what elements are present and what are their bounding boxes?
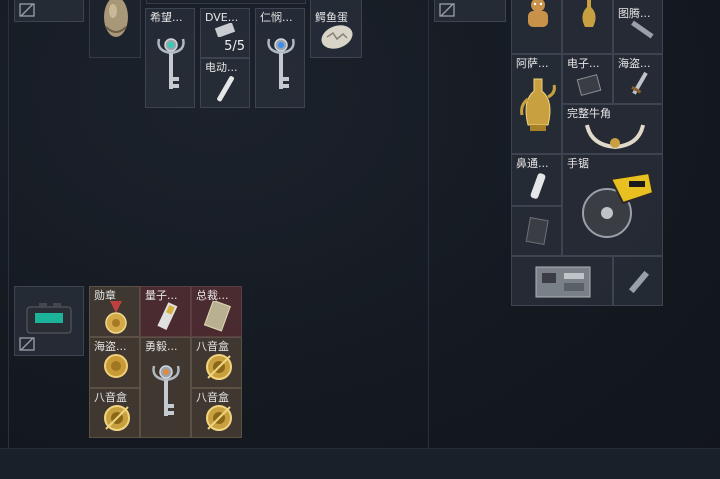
notebook-icon <box>525 217 549 245</box>
no-bind-icon <box>19 337 35 351</box>
item-label: 鼻通... <box>516 157 549 170</box>
grid-slot-notebook[interactable] <box>511 206 562 256</box>
music-box-icon <box>206 354 232 380</box>
panel-divider <box>8 0 9 448</box>
inhaler-icon <box>530 173 546 199</box>
circuit-board-icon <box>535 266 591 298</box>
key-mercy-icon <box>267 38 295 89</box>
item-label: 勇毅... <box>145 340 178 353</box>
medal-icon <box>105 301 127 334</box>
gold-ewer-icon <box>520 78 556 131</box>
pirate-coin-icon <box>104 354 128 378</box>
grid-slot-saw[interactable]: 手锯 <box>562 154 663 256</box>
gingerbread-icon <box>528 0 548 27</box>
no-bind-icon <box>439 3 455 17</box>
croc-egg-icon <box>321 25 353 49</box>
item-label: 电子... <box>567 57 600 70</box>
grid-slot-horn[interactable]: 完整牛角 <box>562 104 663 154</box>
key-brave-icon <box>152 365 180 416</box>
grid-slot-vase[interactable] <box>562 0 613 54</box>
grid-slot-electronic[interactable]: 电子... <box>562 54 613 104</box>
grid-slot-inhaler[interactable]: 鼻通... <box>511 154 562 206</box>
music-box-icon <box>104 405 130 431</box>
grid-slot-electric[interactable]: 电动... <box>200 58 250 108</box>
grid-slot-pirate-coin[interactable]: 海盗... <box>89 337 140 388</box>
bull-horn-icon <box>585 124 645 150</box>
grid-slot-key-hope[interactable]: 希望... <box>145 8 195 108</box>
equipment-slot-case[interactable] <box>14 286 84 356</box>
grid-slot-gingerbread[interactable] <box>511 0 562 54</box>
key-hope-icon <box>157 38 185 89</box>
grid-slot-top[interactable] <box>146 0 306 4</box>
electronic-chip-icon <box>576 74 602 96</box>
item-label: 希望... <box>150 11 183 24</box>
grid-slot-ewer[interactable]: 阿萨... <box>511 54 562 154</box>
grid-slot-circuit-board[interactable] <box>511 256 613 306</box>
item-label: 完整牛角 <box>567 107 611 120</box>
grid-slot-quantum[interactable]: 量子... <box>140 286 191 337</box>
tool-stick-icon <box>628 270 650 294</box>
music-box-icon <box>206 405 232 431</box>
grid-slot-totem[interactable]: 图腾... <box>613 0 663 54</box>
totem-icon <box>631 20 654 39</box>
grid-slot-medal[interactable]: 勋章 <box>89 286 140 337</box>
idol-statue-icon <box>104 0 128 37</box>
equipment-slot-backpack[interactable] <box>14 0 84 22</box>
grid-slot-dve[interactable]: DVE... 5/5 <box>200 8 250 58</box>
item-label: 仁悯... <box>260 11 293 24</box>
grid-slot-music-box[interactable]: 八音盒 <box>191 337 242 388</box>
grid-slot-idol[interactable] <box>89 0 141 58</box>
grid-slot-tool[interactable] <box>613 256 663 306</box>
quantum-drive-icon <box>157 302 178 330</box>
ceo-card-icon <box>204 301 231 332</box>
gold-vase-icon <box>582 0 596 27</box>
grid-slot-key-brave[interactable]: 勇毅... <box>140 337 191 438</box>
panel-divider <box>428 0 429 448</box>
grid-slot-key-mercy[interactable]: 仁悯... <box>255 8 305 108</box>
grid-slot-pirate-knife[interactable]: 海盗... <box>613 54 663 104</box>
equipment-slot-right[interactable] <box>434 0 506 22</box>
pirate-knife-icon <box>631 71 648 95</box>
dve-pack-icon <box>215 23 236 37</box>
no-bind-icon <box>19 3 35 17</box>
circular-saw-icon <box>582 171 655 238</box>
grid-slot-music-box[interactable]: 八音盒 <box>89 388 140 438</box>
item-count: 5/5 <box>224 39 245 54</box>
electric-toothbrush-icon <box>217 76 234 102</box>
grid-slot-ceo[interactable]: 总裁... <box>191 286 242 337</box>
case-battery-icon <box>26 303 72 334</box>
grid-slot-croc-egg[interactable]: 鳄鱼蛋 <box>310 0 362 58</box>
bottom-bar <box>0 448 720 479</box>
grid-slot-music-box[interactable]: 八音盒 <box>191 388 242 438</box>
item-label: 阿萨... <box>516 57 549 70</box>
